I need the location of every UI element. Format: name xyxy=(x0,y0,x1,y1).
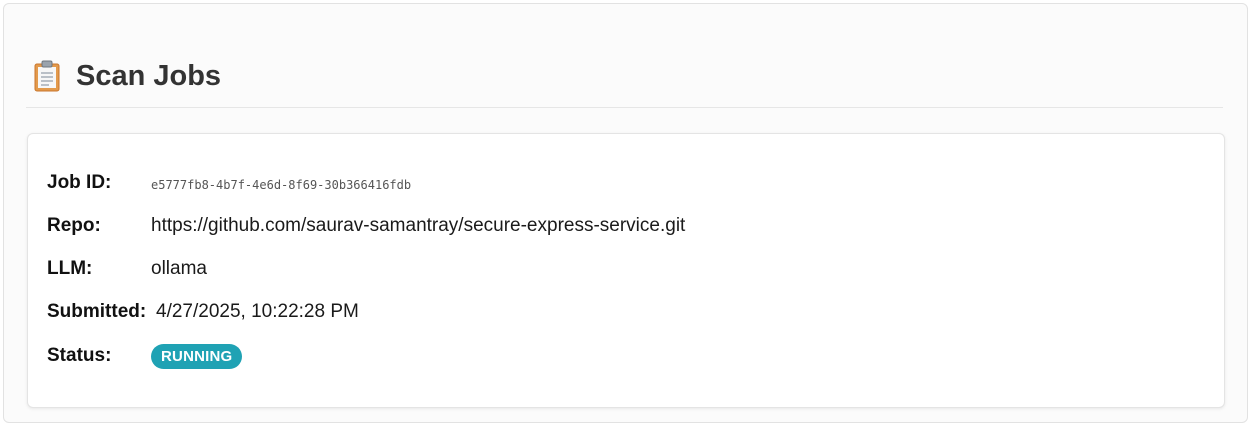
job-id-label: Job ID: xyxy=(47,172,112,193)
llm-value: ollama xyxy=(151,258,207,279)
llm-row: LLM: ollama xyxy=(47,256,207,282)
job-id-value: e5777fb8-4b7f-4e6d-8f69-30b366416fdb xyxy=(151,177,412,192)
repo-label: Repo: xyxy=(47,215,101,236)
submitted-row: Submitted: 4/27/2025, 10:22:28 PM xyxy=(47,299,359,325)
repo-row: Repo: https://github.com/saurav-samantra… xyxy=(47,213,685,239)
status-badge: RUNNING xyxy=(151,343,243,369)
page-title: Scan Jobs xyxy=(76,60,222,92)
submitted-label: Submitted: xyxy=(47,301,147,322)
job-card: Job ID: e5777fb8-4b7f-4e6d-8f69-30b36641… xyxy=(27,133,1225,408)
clipboard-icon xyxy=(34,60,60,92)
status-label: Status: xyxy=(47,345,112,366)
section-header: Scan Jobs xyxy=(26,54,1223,108)
status-row: Status: RUNNING xyxy=(47,343,243,369)
llm-label: LLM: xyxy=(47,258,93,279)
repo-value: https://github.com/saurav-samantray/secu… xyxy=(151,215,686,236)
scan-jobs-panel: Scan Jobs Job ID: e5777fb8-4b7f-4e6d-8f6… xyxy=(3,3,1248,423)
submitted-value: 4/27/2025, 10:22:28 PM xyxy=(156,301,359,322)
job-id-row: Job ID: e5777fb8-4b7f-4e6d-8f69-30b36641… xyxy=(47,170,411,196)
